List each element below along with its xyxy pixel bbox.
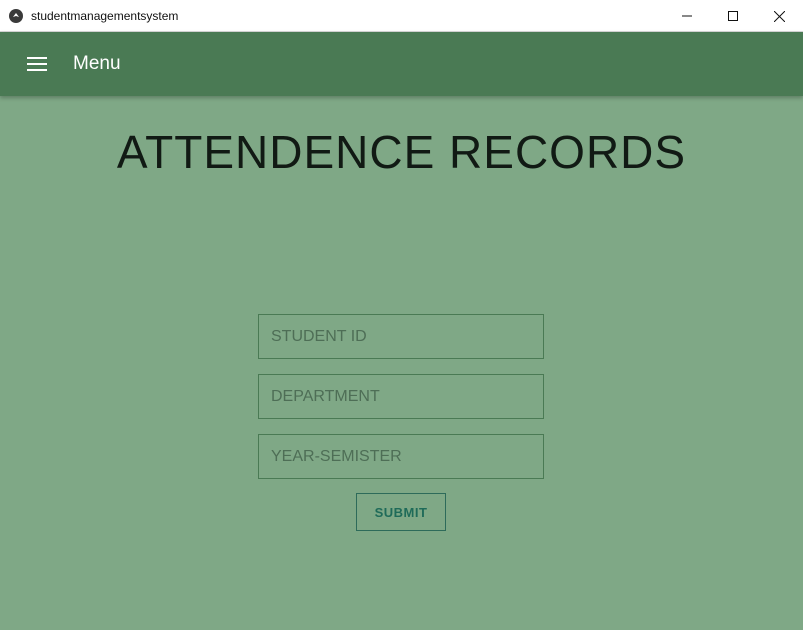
submit-button[interactable]: SUBMIT [356, 493, 446, 531]
department-input[interactable] [258, 374, 544, 419]
title-bar: studentmanagementsystem [0, 0, 803, 32]
hamburger-menu-icon[interactable] [22, 52, 52, 76]
year-semister-input[interactable] [258, 434, 544, 479]
page-title: ATTENDENCE RECORDS [116, 126, 687, 178]
maximize-icon [728, 11, 738, 21]
minimize-button[interactable] [664, 0, 710, 32]
app-window: studentmanagementsystem Menu ATTENDENCE … [0, 0, 803, 630]
toolbar-title: Menu [73, 53, 121, 74]
close-icon [773, 10, 785, 22]
app-toolbar: Menu [0, 32, 803, 96]
kivy-app-icon [9, 9, 23, 23]
maximize-button[interactable] [710, 0, 756, 32]
minimize-icon [682, 15, 692, 17]
window-title: studentmanagementsystem [31, 9, 179, 23]
close-button[interactable] [756, 0, 802, 32]
student-id-input[interactable] [258, 314, 544, 359]
